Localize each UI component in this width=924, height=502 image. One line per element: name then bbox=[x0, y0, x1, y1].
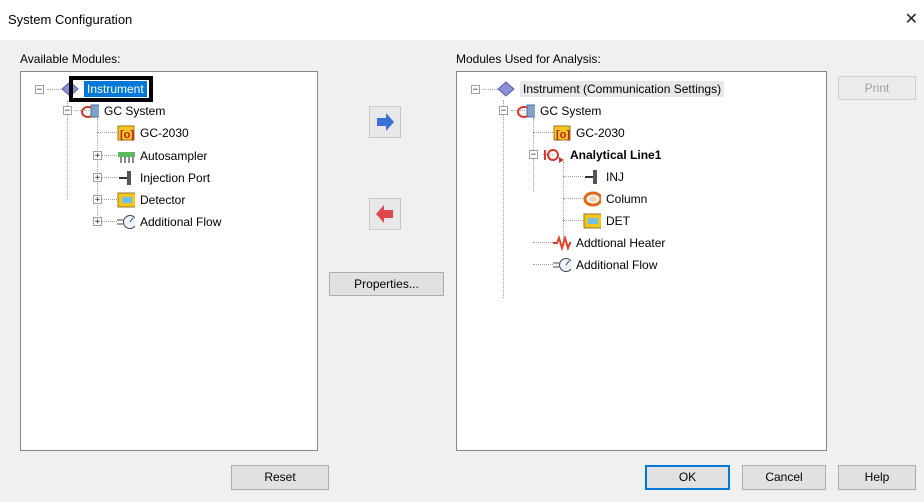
modules-used-label: Modules Used for Analysis: bbox=[456, 52, 601, 66]
tree-connector bbox=[101, 155, 117, 156]
collapse-toggle[interactable]: − bbox=[35, 85, 44, 95]
tree-node-label: Autosampler bbox=[140, 149, 208, 163]
tree-node-gc-system[interactable]: GC System bbox=[81, 101, 165, 121]
heater-icon bbox=[553, 235, 571, 251]
analytical-line-icon: l bbox=[543, 147, 565, 163]
expand-toggle[interactable]: + bbox=[93, 151, 102, 161]
tree-node-gc-2030[interactable]: [o] GC-2030 bbox=[117, 123, 189, 143]
focus-highlight bbox=[69, 76, 153, 102]
injection-port-icon bbox=[583, 169, 601, 185]
tree-node-injection-port[interactable]: Injection Port bbox=[117, 168, 210, 188]
add-module-button[interactable] bbox=[369, 106, 401, 138]
tree-node-gc-2030[interactable]: [o] GC-2030 bbox=[553, 123, 625, 143]
tree-connector bbox=[97, 132, 117, 133]
injection-port-icon bbox=[117, 170, 135, 186]
tree-connector bbox=[533, 132, 553, 133]
tree-node-label: Additional Flow bbox=[140, 215, 222, 229]
svg-text:l: l bbox=[543, 147, 547, 163]
tree-node-label: DET bbox=[606, 214, 630, 228]
tree-node-autosampler[interactable]: Autosampler bbox=[117, 146, 207, 166]
left-arrow-icon bbox=[376, 205, 393, 223]
expand-toggle[interactable]: + bbox=[93, 173, 102, 183]
tree-node-label: GC System bbox=[540, 104, 602, 118]
tree-connector bbox=[533, 242, 553, 243]
expand-toggle[interactable]: + bbox=[93, 195, 102, 205]
help-button[interactable]: Help bbox=[838, 465, 916, 490]
tree-connector bbox=[563, 220, 583, 221]
tree-connector bbox=[563, 162, 564, 242]
right-arrow-icon bbox=[377, 113, 394, 131]
tree-node-additional-flow[interactable]: Additional Flow bbox=[553, 255, 657, 275]
tree-node-additional-heater[interactable]: Addtional Heater bbox=[553, 233, 665, 253]
close-icon[interactable]: ✕ bbox=[905, 9, 918, 29]
ok-button[interactable]: OK bbox=[645, 465, 730, 490]
tree-node-label: GC System bbox=[104, 104, 166, 118]
reset-button[interactable]: Reset bbox=[231, 465, 329, 490]
properties-button[interactable]: Properties... bbox=[329, 272, 444, 296]
tree-connector bbox=[533, 264, 553, 265]
detector-icon bbox=[117, 192, 135, 208]
autosampler-icon bbox=[117, 148, 135, 164]
tree-node-label: Column bbox=[606, 192, 648, 206]
column-icon bbox=[583, 191, 601, 207]
tree-connector bbox=[503, 100, 504, 298]
tree-node-label: Injection Port bbox=[140, 171, 211, 185]
tree-node-inj[interactable]: INJ bbox=[583, 167, 624, 187]
expand-toggle[interactable]: + bbox=[93, 217, 102, 227]
tree-connector bbox=[97, 118, 98, 222]
tree-node-column[interactable]: Column bbox=[583, 189, 647, 209]
collapse-toggle[interactable]: − bbox=[471, 85, 480, 95]
tree-node-label: Addtional Heater bbox=[576, 236, 666, 250]
tree-connector bbox=[563, 176, 583, 177]
tree-node-analytical-line1[interactable]: l Analytical Line1 bbox=[543, 145, 661, 165]
tree-node-label: Analytical Line1 bbox=[570, 148, 662, 162]
tree-node-instrument-comm[interactable]: Instrument (Communication Settings) bbox=[497, 79, 725, 99]
cancel-button[interactable]: Cancel bbox=[742, 465, 826, 490]
flow-controller-icon bbox=[117, 214, 135, 230]
tree-node-label: GC-2030 bbox=[140, 126, 189, 140]
tree-connector bbox=[563, 198, 583, 199]
dialog-body: Available Modules: − − + + + + Instrumen… bbox=[0, 40, 924, 502]
gc-system-icon bbox=[517, 103, 535, 119]
svg-text:[o]: [o] bbox=[120, 129, 134, 141]
detector-icon bbox=[583, 213, 601, 229]
tree-node-label: INJ bbox=[606, 170, 624, 184]
tree-node-label: Instrument (Communication Settings) bbox=[520, 81, 725, 97]
svg-text:[o]: [o] bbox=[556, 129, 570, 141]
collapse-toggle[interactable]: − bbox=[63, 106, 72, 116]
title-bar: System Configuration ✕ bbox=[0, 0, 924, 40]
tree-node-gc-system[interactable]: GC System bbox=[517, 101, 601, 121]
flow-controller-icon bbox=[553, 257, 571, 273]
tree-connector bbox=[101, 221, 117, 222]
remove-module-button[interactable] bbox=[369, 198, 401, 230]
gc-unit-icon: [o] bbox=[117, 125, 135, 141]
tree-connector bbox=[101, 177, 117, 178]
modules-used-tree[interactable]: − − − Instrument (Communication Settings… bbox=[456, 71, 827, 451]
tree-node-additional-flow[interactable]: Additional Flow bbox=[117, 212, 221, 232]
available-modules-tree[interactable]: − − + + + + Instrument GC System [o] GC-… bbox=[20, 71, 318, 451]
window-title: System Configuration bbox=[8, 12, 133, 27]
tree-connector bbox=[101, 199, 117, 200]
tree-node-label: Additional Flow bbox=[576, 258, 658, 272]
tree-node-label: GC-2030 bbox=[576, 126, 625, 140]
available-modules-label: Available Modules: bbox=[20, 52, 121, 66]
gc-unit-icon: [o] bbox=[553, 125, 571, 141]
gc-system-icon bbox=[81, 103, 99, 119]
tree-node-label: Detector bbox=[140, 193, 186, 207]
collapse-toggle[interactable]: − bbox=[529, 150, 538, 160]
collapse-toggle[interactable]: − bbox=[499, 106, 508, 116]
tree-node-detector[interactable]: Detector bbox=[117, 190, 185, 210]
tree-node-det[interactable]: DET bbox=[583, 211, 630, 231]
print-button[interactable]: Print bbox=[838, 76, 916, 100]
diamond-icon bbox=[497, 81, 515, 97]
